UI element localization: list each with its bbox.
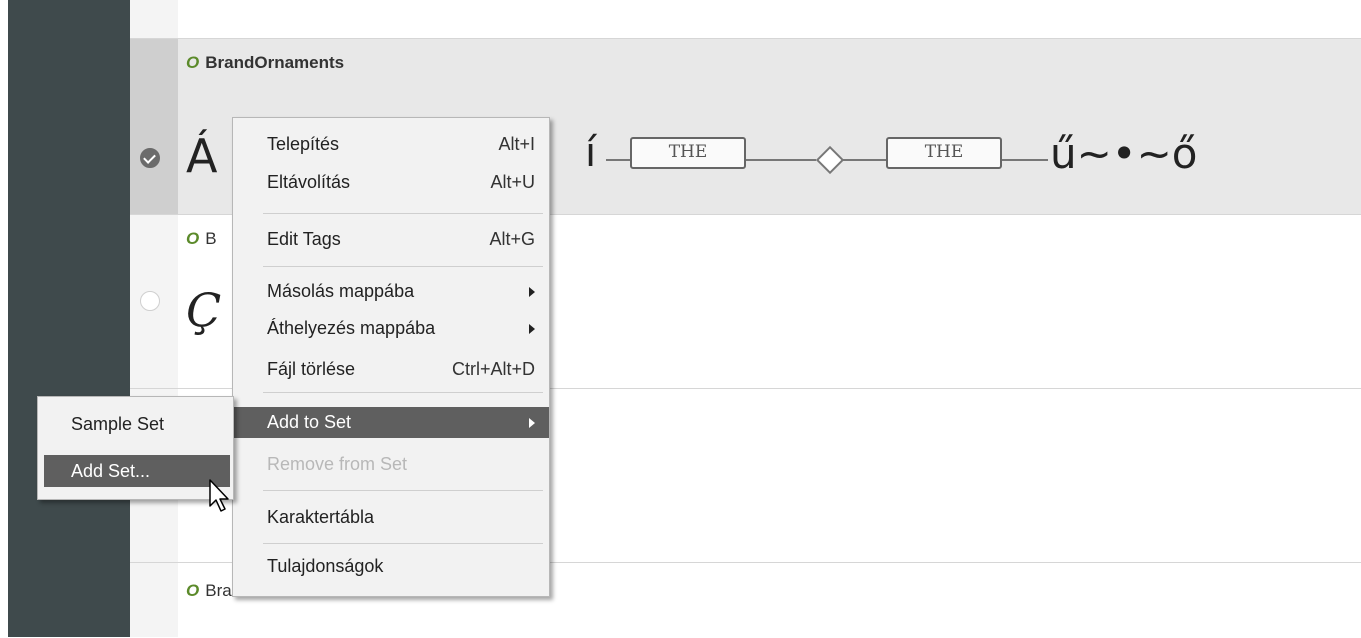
opentype-icon: O <box>186 581 200 600</box>
sidebar-panel <box>8 0 130 637</box>
menu-separator <box>263 392 543 393</box>
check-icon[interactable] <box>140 148 160 168</box>
font-sample: Ç <box>186 283 222 337</box>
triangle-right-icon <box>529 287 535 297</box>
menu-item-edit-tags[interactable]: Edit Tags Alt+G <box>233 224 549 255</box>
font-sample-mid: í <box>585 130 597 176</box>
ornament-line <box>1002 159 1048 161</box>
mouse-pointer-icon <box>209 479 229 512</box>
submenu-item-sample-set[interactable]: Sample Set <box>38 408 233 440</box>
opentype-icon: O <box>186 229 200 248</box>
triangle-right-icon <box>529 418 535 428</box>
font-name: OB <box>186 229 217 248</box>
row-gutter <box>130 39 178 215</box>
add-to-set-submenu: Sample Set Add Set... <box>37 396 234 500</box>
menu-separator <box>263 266 543 267</box>
font-name: O BrandOrnaments <box>186 53 345 72</box>
menu-item-delete-file[interactable]: Fájl törlése Ctrl+Alt+D <box>233 354 549 385</box>
ornament-banner: THE <box>886 137 1002 169</box>
font-sample-left: Á <box>186 129 218 183</box>
ornament-diamond <box>815 145 845 175</box>
menu-item-remove-from-set: Remove from Set <box>267 454 408 474</box>
window-edge <box>0 0 8 637</box>
radio-button[interactable] <box>140 291 160 311</box>
ornament-line <box>842 159 886 161</box>
ornament-line <box>746 159 816 161</box>
submenu-item-add-set[interactable]: Add Set... <box>44 455 230 487</box>
opentype-icon: O <box>186 53 200 72</box>
menu-item-add-to-set[interactable]: Add to Set <box>233 407 549 438</box>
menu-item-uninstall[interactable]: Eltávolítás Alt+U <box>233 167 549 198</box>
menu-item-move-to-folder[interactable]: Áthelyezés mappába <box>233 313 549 344</box>
menu-item-install[interactable]: Telepítés Alt+I <box>233 129 549 160</box>
ornament-banner: THE <box>630 137 746 169</box>
menu-separator <box>263 490 543 491</box>
ornament-line <box>606 159 630 161</box>
menu-separator <box>263 543 543 544</box>
menu-item-character-map[interactable]: Karaktertábla <box>233 502 549 533</box>
menu-item-properties[interactable]: Tulajdonságok <box>233 551 549 582</box>
menu-separator <box>263 213 543 214</box>
context-menu: Telepítés Alt+I Eltávolítás Alt+U Edit T… <box>232 117 550 597</box>
menu-item-copy-to-folder[interactable]: Másolás mappába <box>233 276 549 307</box>
triangle-right-icon <box>529 324 535 334</box>
font-sample-right: ű~•~ő <box>1050 129 1198 178</box>
